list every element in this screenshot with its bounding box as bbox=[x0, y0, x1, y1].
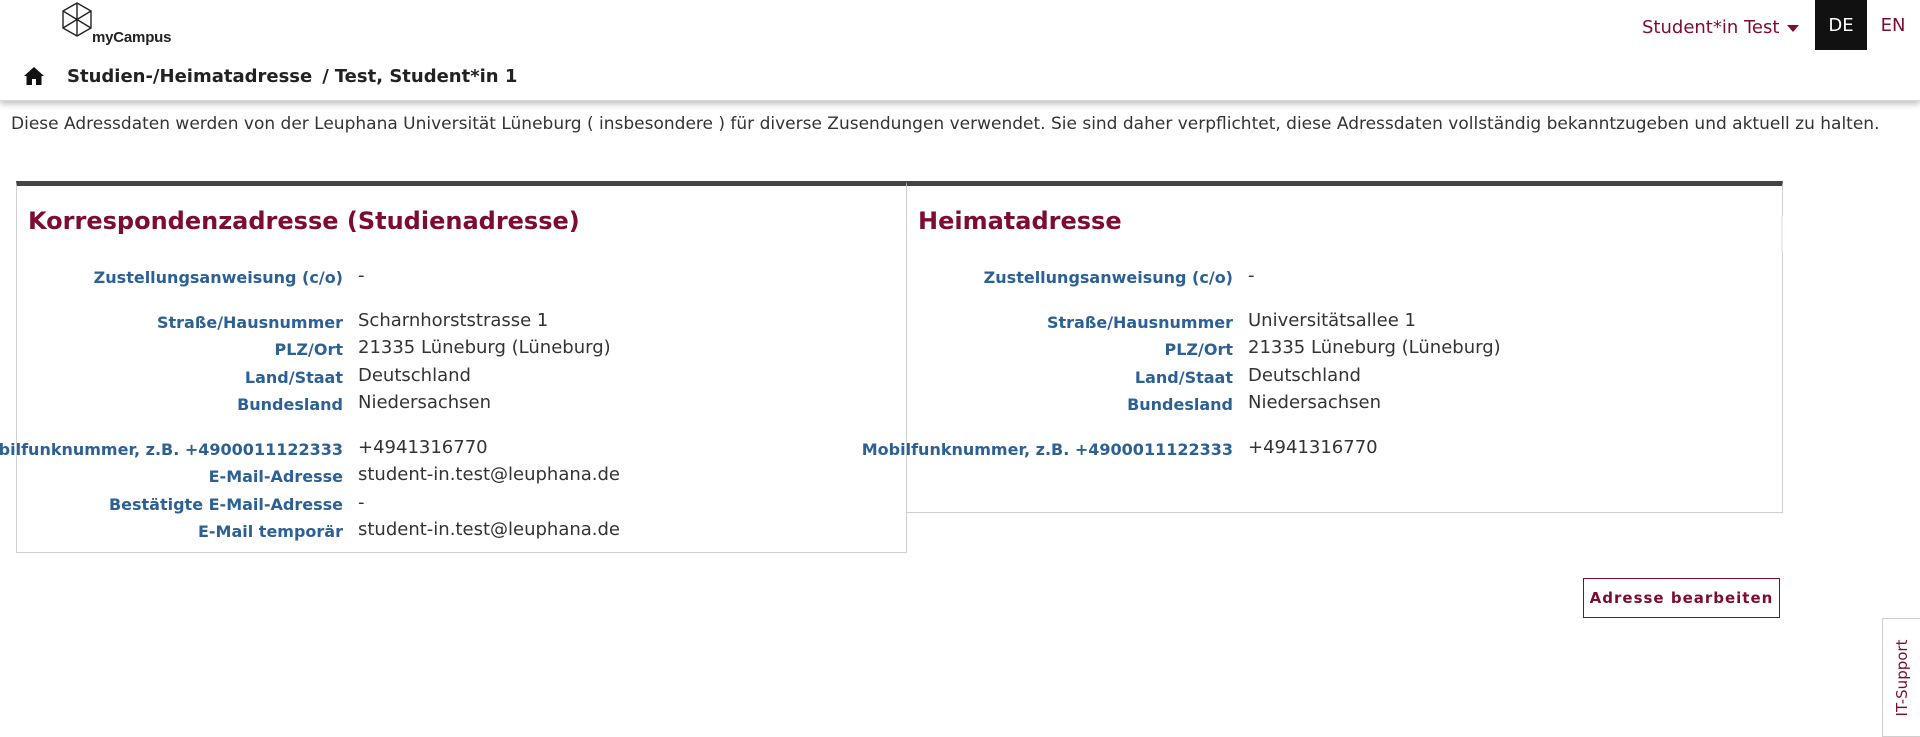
breadcrumb: Studien-/Heimatadresse / Test, Student*i… bbox=[23, 63, 517, 89]
field-label: Land/Staat bbox=[244, 368, 343, 387]
field-label: PLZ/Ort bbox=[274, 340, 343, 359]
home-address-panel: Heimatadresse Zustellungsanweisung (c/o)… bbox=[862, 181, 1783, 513]
field-label: Bestätigte E-Mail-Adresse bbox=[108, 495, 343, 514]
breadcrumb-separator: / bbox=[322, 65, 329, 87]
field-row-street: Straße/Hausnummer Universitätsallee 1 bbox=[907, 310, 1782, 334]
language-de-button[interactable]: DE bbox=[1815, 0, 1867, 50]
correspondence-address-panel: Korrespondenzadresse (Studienadresse) Zu… bbox=[0, 181, 907, 553]
field-label: E-Mail-Adresse bbox=[208, 467, 343, 486]
field-row-email: E-Mail-Adresse student-in.test@leuphana.… bbox=[17, 464, 906, 488]
field-value: +4941316770 bbox=[358, 437, 488, 458]
field-value: - bbox=[358, 265, 365, 286]
field-row-state: Bundesland Niedersachsen bbox=[17, 392, 906, 416]
field-value: +4941316770 bbox=[1248, 437, 1378, 458]
home-icon[interactable] bbox=[23, 66, 45, 86]
field-label: Land/Staat bbox=[1134, 368, 1233, 387]
field-value: Deutschland bbox=[358, 365, 471, 386]
field-label: Straße/Hausnummer bbox=[156, 313, 343, 332]
correspondence-title: Korrespondenzadresse (Studienadresse) bbox=[28, 207, 580, 235]
field-row-country: Land/Staat Deutschland bbox=[17, 365, 906, 389]
language-en-button[interactable]: EN bbox=[1867, 0, 1919, 50]
field-row-state: Bundesland Niedersachsen bbox=[907, 392, 1782, 416]
field-value: 21335 Lüneburg (Lüneburg) bbox=[1248, 337, 1501, 358]
field-value: Niedersachsen bbox=[1248, 392, 1382, 413]
field-value: Universitätsallee 1 bbox=[1248, 310, 1416, 331]
field-row-zip-city: PLZ/Ort 21335 Lüneburg (Lüneburg) bbox=[907, 337, 1782, 361]
home-title: Heimatadresse bbox=[918, 207, 1122, 235]
field-row-country: Land/Staat Deutschland bbox=[907, 365, 1782, 389]
field-value: Niedersachsen bbox=[358, 392, 492, 413]
field-row-confirmed-email: Bestätigte E-Mail-Adresse - bbox=[17, 492, 906, 516]
field-value: student-in.test@leuphana.de bbox=[358, 464, 621, 485]
field-label: PLZ/Ort bbox=[1164, 340, 1233, 359]
field-label: Bundesland bbox=[237, 395, 343, 414]
field-label: Zustellungsanweisung (c/o) bbox=[983, 268, 1233, 287]
panel-edge-accent bbox=[1781, 216, 1783, 252]
it-support-tab[interactable]: IT-Support bbox=[1882, 618, 1920, 737]
field-row-zip-city: PLZ/Ort 21335 Lüneburg (Lüneburg) bbox=[17, 337, 906, 361]
field-row-mobile: Mobilfunknummer, z.B. +4900011122333 +49… bbox=[0, 437, 906, 461]
edit-address-button[interactable]: Adresse bearbeiten bbox=[1583, 578, 1780, 618]
intro-text: Diese Adressdaten werden von der Leuphan… bbox=[11, 114, 1880, 134]
top-header: myCampus Student*in Test DE EN Studien-/… bbox=[0, 0, 1920, 101]
field-row-mobile: Mobilfunknummer, z.B. +4900011122333 +49… bbox=[862, 437, 1782, 461]
cube-logo-icon bbox=[62, 2, 92, 37]
field-label: E-Mail temporär bbox=[197, 522, 343, 541]
user-name: Student*in Test bbox=[1642, 16, 1780, 38]
user-menu-dropdown[interactable]: Student*in Test bbox=[1642, 14, 1800, 40]
field-label: Zustellungsanweisung (c/o) bbox=[93, 268, 343, 287]
field-value: Deutschland bbox=[1248, 365, 1361, 386]
field-row-street: Straße/Hausnummer Scharnhorststrasse 1 bbox=[17, 310, 906, 334]
field-label: Bundesland bbox=[1127, 395, 1233, 414]
field-value: student-in.test@leuphana.de bbox=[358, 519, 621, 540]
field-label: Mobilfunknummer, z.B. +4900011122333 bbox=[861, 440, 1233, 459]
caret-down-icon bbox=[1787, 24, 1800, 32]
field-row-co: Zustellungsanweisung (c/o) - bbox=[907, 265, 1782, 289]
mycampus-logo[interactable]: myCampus bbox=[58, 0, 172, 50]
breadcrumb-current: Test, Student*in 1 bbox=[334, 65, 518, 87]
it-support-label: IT-Support bbox=[1892, 639, 1911, 716]
field-value: - bbox=[1248, 265, 1255, 286]
field-value: - bbox=[358, 492, 365, 513]
field-label: Mobilfunknummer, z.B. +4900011122333 bbox=[0, 440, 343, 459]
field-value: 21335 Lüneburg (Lüneburg) bbox=[358, 337, 611, 358]
field-row-co: Zustellungsanweisung (c/o) - bbox=[17, 265, 906, 289]
field-row-temp-email: E-Mail temporär student-in.test@leuphana… bbox=[17, 519, 906, 543]
field-value: Scharnhorststrasse 1 bbox=[358, 310, 549, 331]
logo-text: myCampus bbox=[92, 29, 172, 46]
field-label: Straße/Hausnummer bbox=[1046, 313, 1233, 332]
breadcrumb-section[interactable]: Studien-/Heimatadresse bbox=[67, 66, 312, 87]
